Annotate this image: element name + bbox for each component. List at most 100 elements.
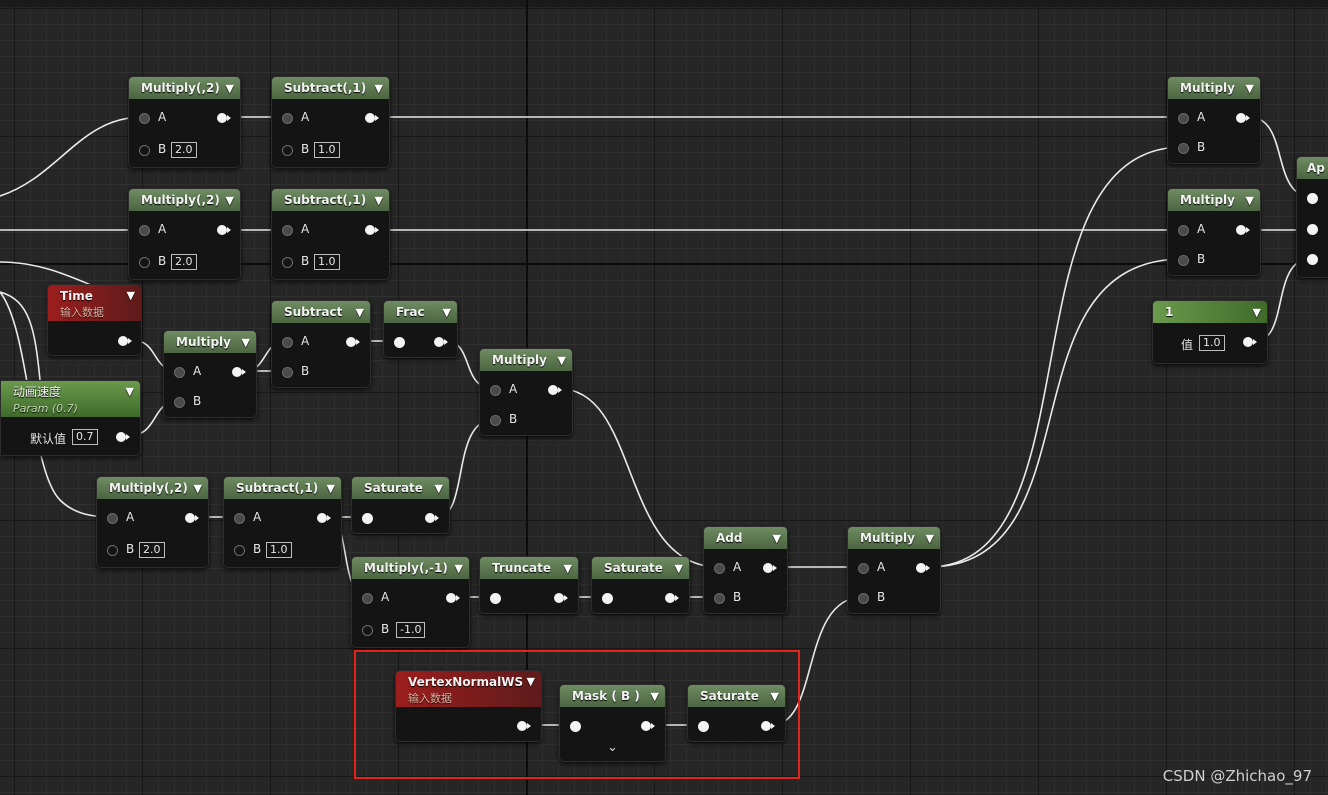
node-header[interactable]: 动画速度 Param (0.7) ▼ [1,381,140,417]
truncate-node[interactable]: Truncate ▼ [479,556,579,614]
input-pin-a[interactable] [858,563,869,574]
output-pin[interactable] [232,367,246,377]
chevron-down-icon[interactable]: ▼ [443,301,451,324]
input-pin-b[interactable] [362,625,373,636]
chevron-down-icon[interactable]: ▼ [226,189,234,212]
node-header[interactable]: Multiply(,-1) ▼ [352,557,469,579]
chevron-down-icon[interactable]: ▼ [1246,189,1254,212]
b-value-field[interactable]: 1.0 [266,542,292,558]
output-pin[interactable] [1236,225,1250,235]
chevron-down-icon[interactable]: ▼ [564,557,572,580]
output-pin[interactable] [763,563,777,573]
node-header[interactable]: Frac ▼ [384,301,457,323]
node-header[interactable]: Multiply(,2) ▼ [129,189,240,211]
input-pin-a[interactable] [139,113,150,124]
output-pin[interactable] [365,113,379,123]
output-pin[interactable] [554,593,568,603]
chevron-down-icon[interactable]: ▼ [327,477,335,500]
input-pin-a[interactable] [714,563,725,574]
chevron-down-icon[interactable]: ▼ [558,349,566,372]
input-pin-b[interactable] [490,415,501,426]
input-pin-b[interactable] [858,593,869,604]
input-pin-a[interactable] [107,513,118,524]
chevron-down-icon[interactable]: ▼ [773,527,781,550]
node-header[interactable]: Time 输入数据 ▼ [48,285,141,321]
input-pin-3[interactable] [1307,254,1318,265]
multiply-node-3[interactable]: Multiply ▼ A B [163,330,257,418]
multiply-negative-node[interactable]: Multiply(,-1) ▼ A B -1.0 [351,556,470,648]
output-pin[interactable] [665,593,679,603]
input-pin-b[interactable] [1178,143,1189,154]
input-pin-1[interactable] [1307,193,1318,204]
chevron-down-icon[interactable]: ▼ [375,77,383,100]
input-pin-a[interactable] [282,225,293,236]
input-pin[interactable] [362,513,373,524]
chevron-down-icon[interactable]: ▼ [455,557,463,580]
saturate-node-2[interactable]: Saturate ▼ [591,556,690,614]
node-header[interactable]: Truncate ▼ [480,557,578,579]
output-pin[interactable] [118,336,132,346]
node-header[interactable]: Multiply ▼ [1168,189,1260,211]
add-node[interactable]: Add ▼ A B [703,526,788,614]
chevron-down-icon[interactable]: ▼ [356,301,364,324]
time-input-node[interactable]: Time 输入数据 ▼ [47,284,142,356]
output-pin[interactable] [916,563,930,573]
constant-value-field[interactable]: 1.0 [1199,335,1225,351]
node-header[interactable]: Subtract(,1) ▼ [272,77,389,99]
input-pin-a[interactable] [174,367,185,378]
input-pin-a[interactable] [490,385,501,396]
chevron-down-icon[interactable]: ▼ [926,527,934,550]
node-header[interactable]: Saturate ▼ [592,557,689,579]
input-pin-a[interactable] [139,225,150,236]
output-pin[interactable] [317,513,331,523]
output-pin[interactable] [434,337,448,347]
chevron-down-icon[interactable]: ▼ [127,288,135,304]
input-pin-a[interactable] [234,513,245,524]
subtract-node-3[interactable]: Subtract ▼ A B [271,300,371,388]
b-value-field[interactable]: 2.0 [171,142,197,158]
output-pin[interactable] [346,337,360,347]
input-pin-2[interactable] [1307,224,1318,235]
node-header[interactable]: Multiply(,2) ▼ [129,77,240,99]
node-header[interactable]: 1 ▼ [1153,301,1267,323]
input-pin-b[interactable] [282,367,293,378]
input-pin-a[interactable] [1178,225,1189,236]
input-pin[interactable] [490,593,501,604]
chevron-down-icon[interactable]: ▼ [675,557,683,580]
input-pin-b[interactable] [139,257,150,268]
multiply-node-6[interactable]: Multiply ▼ A B [847,526,941,614]
input-pin-a[interactable] [1178,113,1189,124]
input-pin-b[interactable] [234,545,245,556]
input-pin-b[interactable] [107,545,118,556]
input-pin-b[interactable] [1178,255,1189,266]
multiply-node-4[interactable]: Multiply ▼ A B [479,348,573,436]
chevron-down-icon[interactable]: ▼ [435,477,443,500]
input-pin-b[interactable] [282,145,293,156]
input-pin-b[interactable] [714,593,725,604]
multiply-node-2[interactable]: Multiply(,2) ▼ A B 2.0 [128,188,241,280]
chevron-down-icon[interactable]: ▼ [242,331,250,354]
input-pin-b[interactable] [139,145,150,156]
output-pin[interactable] [365,225,379,235]
multiply-node-1[interactable]: Multiply(,2) ▼ A B 2.0 [128,76,241,168]
input-pin[interactable] [602,593,613,604]
b-value-field[interactable]: 2.0 [171,254,197,270]
b-value-field[interactable]: 2.0 [139,542,165,558]
output-pin[interactable] [116,432,130,442]
node-header[interactable]: Multiply ▼ [1168,77,1260,99]
node-header[interactable]: Subtract ▼ [272,301,370,323]
chevron-down-icon[interactable]: ▼ [194,477,202,500]
input-pin-a[interactable] [282,113,293,124]
output-pin[interactable] [1236,113,1250,123]
multiply-node-right-1[interactable]: Multiply ▼ A B [1167,76,1261,164]
output-pin[interactable] [425,513,439,523]
subtract-node-5[interactable]: Subtract(,1) ▼ A B 1.0 [223,476,342,568]
multiply-node-5[interactable]: Multiply(,2) ▼ A B 2.0 [96,476,209,568]
default-value-field[interactable]: 0.7 [72,429,98,445]
node-header[interactable]: Multiply ▼ [480,349,572,371]
b-value-field[interactable]: -1.0 [396,622,426,638]
chevron-down-icon[interactable]: ▼ [375,189,383,212]
node-header[interactable]: Add ▼ [704,527,787,549]
chevron-down-icon[interactable]: ▼ [226,77,234,100]
output-pin[interactable] [217,113,231,123]
